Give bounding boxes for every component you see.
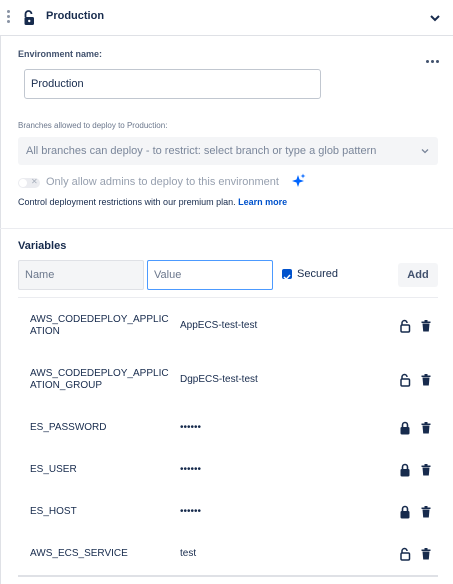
- branches-label: Branches allowed to deploy to Production…: [18, 121, 168, 130]
- premium-plan-note: Control deployment restrictions with our…: [18, 197, 287, 207]
- trash-icon[interactable]: [421, 374, 431, 386]
- environment-title: Production: [46, 10, 105, 22]
- trash-icon[interactable]: [421, 422, 431, 434]
- branches-placeholder: All branches can deploy - to restrict: s…: [26, 145, 377, 157]
- admins-only-label: Only allow admins to deploy to this envi…: [46, 176, 279, 188]
- chevron-down-icon[interactable]: [428, 11, 442, 25]
- variable-value: ••••••: [180, 422, 202, 433]
- panel-left-border: [0, 36, 1, 584]
- variables-title: Variables: [18, 240, 67, 252]
- lock-icon[interactable]: [399, 505, 411, 519]
- premium-text: Control deployment restrictions with our…: [18, 197, 236, 207]
- variable-row: ES_HOST ••••••: [18, 492, 438, 534]
- trash-icon[interactable]: [421, 506, 431, 518]
- lock-icon[interactable]: [399, 421, 411, 435]
- check-icon: [283, 274, 291, 281]
- environment-name-label: Environment name:: [18, 49, 103, 59]
- variable-row: AWS_CODEDEPLOY_APPLICATION AppECS-test-t…: [18, 298, 438, 354]
- more-horizontal-icon[interactable]: [426, 50, 442, 63]
- variables-table-bottom: [18, 575, 438, 577]
- admins-only-toggle[interactable]: ✕: [18, 177, 40, 188]
- chevron-down-icon: [421, 149, 429, 154]
- variable-value: ••••••: [180, 506, 202, 517]
- unlock-icon[interactable]: [399, 319, 411, 333]
- variable-row: AWS_CODEDEPLOY_APPLICATION_GROUP DgpECS-…: [18, 354, 438, 408]
- variable-name-input[interactable]: Name: [18, 260, 144, 290]
- environment-header[interactable]: Production: [0, 0, 453, 36]
- secured-label: Secured: [297, 268, 338, 280]
- variable-value: AppECS-test-test: [180, 320, 258, 331]
- unlock-icon[interactable]: [399, 547, 411, 561]
- trash-icon[interactable]: [421, 548, 431, 560]
- variable-name: ES_USER: [30, 464, 77, 475]
- variable-row: ES_USER ••••••: [18, 450, 438, 492]
- lock-icon[interactable]: [399, 463, 411, 477]
- variable-value: DgpECS-test-test: [180, 374, 258, 385]
- variable-name: ES_PASSWORD: [30, 422, 107, 433]
- environment-name-input[interactable]: Production: [24, 69, 321, 99]
- deployment-environment-panel: Production Environment name: Production …: [0, 0, 453, 584]
- secured-checkbox[interactable]: [282, 269, 292, 281]
- variable-name: AWS_CODEDEPLOY_APPLICATION: [30, 314, 169, 337]
- variable-value: ••••••: [180, 464, 202, 475]
- variable-name: ES_HOST: [30, 506, 77, 517]
- variable-value: test: [180, 548, 197, 559]
- variable-row: ES_PASSWORD ••••••: [18, 408, 438, 450]
- trash-icon[interactable]: [421, 464, 431, 476]
- variable-value-input[interactable]: Value: [147, 260, 273, 290]
- add-variable-button[interactable]: Add: [398, 263, 438, 287]
- trash-icon[interactable]: [421, 320, 431, 332]
- variable-row: AWS_ECS_SERVICE test: [18, 534, 438, 575]
- sparkle-icon: [292, 173, 306, 187]
- unlock-icon[interactable]: [399, 373, 411, 387]
- drag-handle-icon[interactable]: [7, 10, 11, 26]
- variable-name: AWS_ECS_SERVICE: [30, 548, 128, 559]
- close-icon: ✕: [31, 177, 38, 186]
- variable-name: AWS_CODEDEPLOY_APPLICATION_GROUP: [30, 368, 169, 391]
- learn-more-link[interactable]: Learn more: [238, 197, 287, 207]
- unlock-icon: [24, 10, 34, 25]
- section-divider: [0, 228, 453, 229]
- branches-select[interactable]: All branches can deploy - to restrict: s…: [18, 137, 438, 165]
